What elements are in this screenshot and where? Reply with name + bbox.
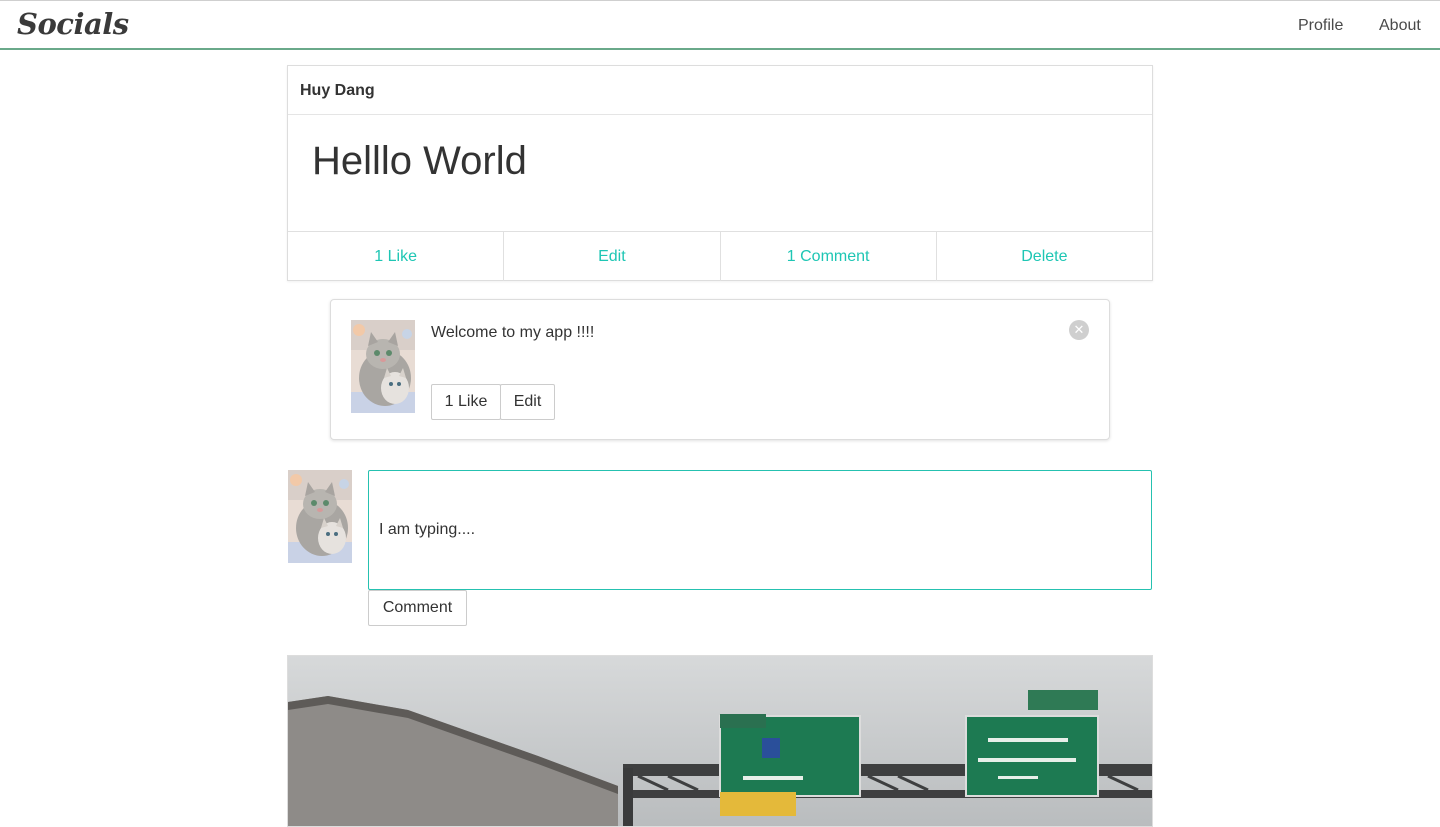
comment-text: Welcome to my app !!!!: [431, 324, 595, 341]
navbar: Socials Profile About: [0, 0, 1440, 50]
brand-logo[interactable]: Socials: [17, 7, 129, 41]
highway-signs-image: [288, 656, 1152, 826]
delete-button[interactable]: Delete: [937, 232, 1152, 281]
comment-card: Welcome to my app !!!! ✕ 1 Like Edit: [330, 299, 1110, 440]
cat-avatar-image: [351, 320, 415, 413]
nav-link-about[interactable]: About: [1379, 17, 1421, 35]
post-card: Huy Dang Helllo World 1 Like Edit 1 Comm…: [287, 65, 1153, 281]
post-actions: 1 Like Edit 1 Comment Delete: [288, 231, 1152, 281]
comment-count-button[interactable]: 1 Comment: [721, 232, 937, 281]
avatar: [288, 470, 352, 563]
comment-edit-button[interactable]: Edit: [500, 384, 555, 420]
comment-like-button[interactable]: 1 Like: [431, 384, 501, 420]
post-image: [287, 655, 1153, 827]
post-author: Huy Dang: [288, 66, 1152, 115]
close-icon[interactable]: ✕: [1069, 320, 1089, 340]
nav-link-profile[interactable]: Profile: [1298, 17, 1343, 35]
avatar: [351, 320, 415, 413]
edit-button[interactable]: Edit: [504, 232, 721, 281]
cat-avatar-image: [288, 470, 352, 563]
comment-input[interactable]: I am typing....: [368, 470, 1152, 590]
post-title: Helllo World: [312, 139, 527, 183]
like-button[interactable]: 1 Like: [288, 232, 505, 281]
comment-submit-button[interactable]: Comment: [368, 590, 467, 626]
